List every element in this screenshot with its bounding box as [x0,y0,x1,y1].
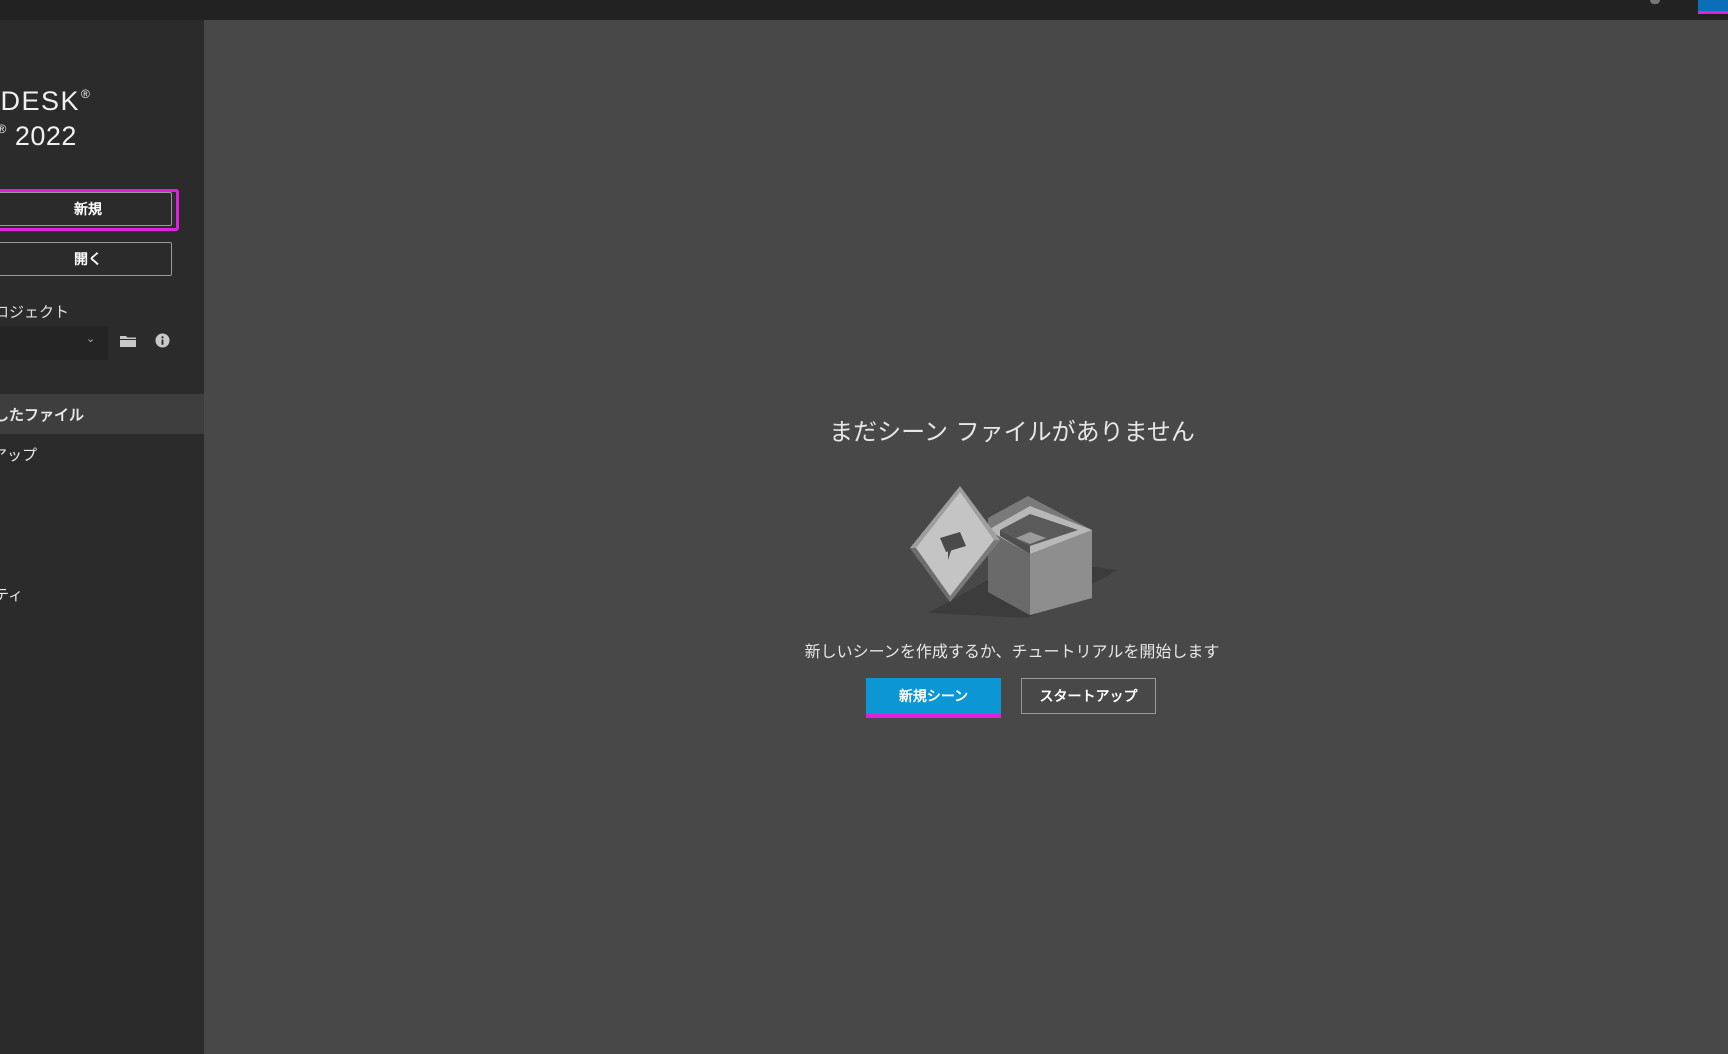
new-button[interactable]: 新規 [0,192,172,226]
empty-box-illustration [910,486,1118,618]
app-logo: ODESK® A® 2022 [0,86,92,151]
new-scene-button[interactable]: 新規シーン [866,678,1001,714]
sidebar-item-community[interactable]: ティ [0,574,204,614]
open-button[interactable]: 開く [0,242,172,276]
window-accent-button[interactable] [1698,0,1728,14]
info-icon[interactable] [155,333,170,348]
sidebar-item-label: ティ [0,585,24,604]
sidebar-item-label: アップ [0,445,38,464]
empty-state-title: まだシーン ファイルがありません [829,418,1195,446]
startup-button[interactable]: スタートアップ [1021,678,1156,714]
sidebar-item-recent-files[interactable]: したファイル [0,394,204,434]
folder-icon[interactable] [120,335,136,347]
new-scene-highlight [866,714,1001,718]
sidebar: ODESK® A® 2022 新規 開く ロジェクト ⌄ したファイル アップ … [0,20,204,1054]
user-icon[interactable] [1650,0,1660,4]
title-bar [0,0,1728,20]
sidebar-item-startup[interactable]: アップ [0,434,204,474]
sidebar-item-label: したファイル [0,405,85,424]
chevron-down-icon[interactable]: ⌄ [86,332,95,345]
project-label: ロジェクト [0,303,70,321]
empty-state-subtitle: 新しいシーンを作成するか、チュートリアルを開始します [804,642,1220,661]
